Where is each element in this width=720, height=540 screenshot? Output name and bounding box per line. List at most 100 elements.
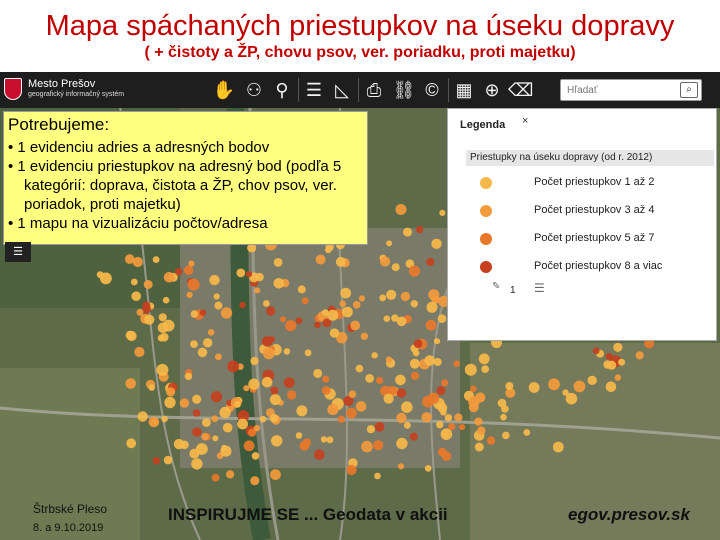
offence-point[interactable]: [253, 425, 261, 432]
offence-point[interactable]: [188, 260, 195, 267]
legend-group-header[interactable]: Priestupky na úseku dopravy (od r. 2012): [466, 150, 714, 166]
offence-point[interactable]: [365, 374, 374, 383]
offence-point[interactable]: [157, 334, 165, 342]
app-logo[interactable]: Mesto Prešov geografický informačný syst…: [4, 76, 144, 104]
offence-point[interactable]: [251, 452, 260, 460]
offence-point[interactable]: [130, 278, 138, 286]
offence-point[interactable]: [259, 415, 267, 423]
pencil-icon[interactable]: ✎: [492, 281, 500, 292]
offence-point[interactable]: [373, 440, 384, 451]
offence-point[interactable]: [250, 356, 259, 366]
delete-icon[interactable]: ⌫: [508, 78, 533, 102]
offence-point[interactable]: [421, 412, 432, 423]
offence-point[interactable]: [605, 352, 613, 360]
offence-point[interactable]: [234, 401, 242, 408]
offence-point[interactable]: [220, 445, 232, 457]
offence-point[interactable]: [325, 246, 332, 254]
offence-point[interactable]: [329, 328, 340, 338]
offence-point[interactable]: [352, 301, 361, 309]
offence-point[interactable]: [179, 398, 190, 408]
offence-point[interactable]: [396, 437, 408, 450]
pan-hand-icon[interactable]: ✋: [212, 78, 236, 102]
offence-point[interactable]: [348, 390, 357, 399]
offence-point[interactable]: [385, 356, 393, 363]
offence-point[interactable]: [436, 386, 446, 396]
offence-point[interactable]: [459, 424, 466, 431]
offence-point[interactable]: [409, 358, 420, 369]
offence-point[interactable]: [379, 294, 387, 302]
offence-point[interactable]: [152, 256, 160, 263]
offence-point[interactable]: [523, 429, 531, 436]
offence-point[interactable]: [383, 315, 391, 322]
offence-point[interactable]: [413, 339, 423, 348]
offence-point[interactable]: [403, 227, 412, 237]
offence-point[interactable]: [273, 278, 285, 289]
offence-point[interactable]: [192, 394, 202, 404]
offence-point[interactable]: [142, 301, 151, 310]
offence-point[interactable]: [605, 381, 617, 393]
offence-point[interactable]: [478, 353, 490, 365]
offence-point[interactable]: [474, 417, 483, 426]
offence-point[interactable]: [403, 421, 411, 429]
offence-point[interactable]: [269, 413, 279, 423]
calendar-icon[interactable]: ▦: [452, 78, 476, 102]
offence-point[interactable]: [186, 291, 193, 298]
offence-point[interactable]: [222, 422, 233, 433]
offence-point[interactable]: [250, 476, 260, 486]
offence-point[interactable]: [528, 382, 540, 393]
offence-point[interactable]: [562, 389, 569, 396]
offence-point[interactable]: [190, 310, 198, 318]
offence-point[interactable]: [266, 306, 276, 316]
offence-point[interactable]: [184, 372, 193, 381]
offence-point[interactable]: [124, 254, 135, 264]
offence-point[interactable]: [396, 412, 407, 424]
offence-point[interactable]: [339, 300, 347, 308]
offence-point[interactable]: [237, 418, 249, 430]
offence-point[interactable]: [396, 316, 407, 327]
offence-point[interactable]: [355, 364, 364, 373]
binoculars-icon[interactable]: ⚇: [242, 78, 266, 102]
offence-point[interactable]: [148, 384, 156, 391]
offence-point[interactable]: [286, 390, 297, 400]
offence-point[interactable]: [383, 393, 394, 404]
offence-point[interactable]: [201, 432, 209, 441]
offence-point[interactable]: [618, 358, 626, 366]
offence-point[interactable]: [297, 285, 306, 294]
offence-point[interactable]: [342, 306, 353, 318]
offence-point[interactable]: [262, 347, 275, 360]
search-icon[interactable]: ⌕: [680, 82, 698, 98]
offence-point[interactable]: [192, 409, 201, 417]
offence-point[interactable]: [126, 330, 137, 342]
offence-point[interactable]: [166, 387, 176, 397]
offence-point[interactable]: [454, 413, 463, 422]
offence-point[interactable]: [162, 296, 170, 304]
offence-point[interactable]: [350, 320, 361, 331]
offence-point[interactable]: [134, 346, 145, 358]
offence-point[interactable]: [191, 458, 203, 470]
link-icon[interactable]: ⛓: [392, 78, 416, 102]
offence-point[interactable]: [214, 301, 223, 310]
offence-point[interactable]: [376, 376, 384, 385]
offence-point[interactable]: [548, 378, 560, 391]
offence-point[interactable]: [315, 254, 326, 265]
offence-point[interactable]: [481, 365, 490, 373]
offence-point[interactable]: [211, 473, 220, 482]
offence-point[interactable]: [322, 375, 330, 383]
offence-point[interactable]: [157, 322, 169, 334]
help-icon[interactable]: ⊕: [480, 78, 504, 102]
document-icon[interactable]: ☰: [534, 281, 545, 295]
offence-point[interactable]: [360, 332, 369, 340]
offence-point[interactable]: [431, 238, 442, 249]
offence-point[interactable]: [302, 438, 311, 447]
offence-point[interactable]: [426, 301, 438, 313]
offence-point[interactable]: [295, 317, 303, 325]
offence-point[interactable]: [464, 363, 477, 376]
offence-point[interactable]: [424, 355, 436, 366]
offence-point[interactable]: [174, 267, 183, 276]
offence-point[interactable]: [397, 463, 405, 470]
offence-point[interactable]: [428, 289, 440, 301]
offence-point[interactable]: [395, 204, 407, 215]
offence-point[interactable]: [587, 375, 597, 385]
offence-point[interactable]: [158, 313, 167, 322]
offence-point[interactable]: [131, 291, 141, 301]
